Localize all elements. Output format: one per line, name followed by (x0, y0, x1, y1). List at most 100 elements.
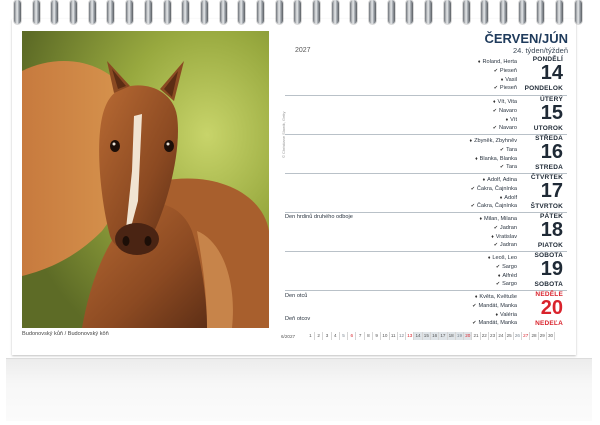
mini-calendar-day[interactable]: 27 (522, 332, 531, 340)
leaf-icon: ✔ (492, 125, 497, 132)
candle-icon: ♦ (499, 194, 503, 201)
nameday-list: ♦ Vít, Vita ✔ Navaro ♦ Vít ✔ Navaro (493, 98, 517, 133)
mini-calendar-day[interactable]: 12 (398, 332, 407, 340)
nameday-entry: ✔ Sargo (488, 263, 517, 272)
day-name-sk: NEDEĽA (535, 320, 563, 327)
mini-calendar-day[interactable]: 2 (315, 332, 324, 340)
nameday-entry: ✔ Jadran (479, 224, 517, 233)
nameday-text: Blanka, Blanka (479, 155, 517, 162)
spiral-coil (70, 0, 78, 24)
nameday-entry: ✔ Sargo (488, 280, 517, 289)
day-row[interactable]: ♦ Adolf, Adina ✔ Čakra, Čajnínka ♦ Adolf ✔ Čakr… (285, 173, 567, 212)
day-row[interactable]: ♦ Zbyněk, Zbyhněv ✔ Tara ♦ Blanka, Blanka ✔ Tar… (285, 134, 567, 173)
nameday-entry: ♦ Roland, Herta (478, 58, 517, 67)
nameday-entry: ♦ Valéria (472, 311, 517, 320)
candle-icon: ♦ (492, 99, 496, 105)
mini-calendar-day[interactable]: 24 (497, 332, 506, 340)
spiral-coil (313, 0, 320, 24)
nameday-text: Sargo (502, 263, 517, 270)
spiral-coil (555, 0, 563, 24)
day-number: 15 (540, 102, 563, 124)
mini-calendar-day[interactable]: 29 (539, 332, 547, 340)
day-row[interactable]: ♦ Roland, Herta ✔ Pieseň ♦ Vasil ✔ Pieseň PONDĚL… (285, 56, 567, 95)
mini-calendar-day[interactable]: 15 (422, 332, 431, 340)
mini-calendar-day[interactable]: 10 (381, 332, 390, 340)
leaf-icon: ✔ (470, 203, 475, 210)
nameday-entry: ✔ Pieseň (478, 67, 517, 76)
mini-calendar-day[interactable]: 20 (464, 332, 473, 340)
nameday-list: ♦ Květa, Květuše ✔ Mandát, Manka ♦ Valéria ✔ Ma… (472, 293, 517, 328)
mini-calendar-day[interactable]: 30 (547, 332, 556, 340)
mini-calendar-day[interactable]: 6 (348, 332, 357, 340)
day-number: 19 (540, 258, 563, 280)
spiral-coil (499, 0, 507, 24)
mini-calendar-day[interactable]: 8 (365, 332, 374, 340)
nameday-text: Jadran (499, 224, 517, 231)
mini-calendar-day[interactable]: 25 (506, 332, 514, 340)
week-label: 24. týden/týždeň (512, 46, 568, 55)
day-row[interactable]: ♦ Květa, Květuše ✔ Mandát, Manka ♦ Valéria ✔ Ma… (285, 290, 567, 329)
mini-calendar-day[interactable]: 17 (439, 332, 448, 340)
spiral-coil (32, 0, 40, 24)
nameday-entry: ✔ Čakra, Čajnínka (471, 185, 517, 194)
spiral-coil (182, 0, 190, 24)
mini-calendar-day[interactable]: 5 (340, 332, 349, 340)
nameday-text: Roland, Herta (482, 59, 517, 65)
nameday-text: Pieseň (499, 67, 517, 74)
mini-calendar-day[interactable]: 16 (430, 332, 440, 340)
nameday-entry: ♦ Milan, Milana (479, 215, 517, 224)
day-name-sk: PIATOK (537, 242, 563, 249)
spiral-coil (256, 0, 264, 24)
leaf-icon: ✔ (493, 67, 498, 74)
mini-calendar-day[interactable]: 1 (307, 332, 316, 340)
nameday-text: Leoš, Leo (492, 255, 517, 261)
day-row[interactable]: ♦ Milan, Milana ✔ Jadran ♦ Vratislav ✔ Jadran PÁ… (285, 212, 567, 251)
leaf-icon: ✔ (493, 85, 498, 92)
nameday-list: ♦ Milan, Milana ✔ Jadran ♦ Vratislav ✔ Jadran (479, 215, 517, 250)
mini-calendar-day[interactable]: 7 (356, 332, 365, 340)
candle-icon: ♦ (491, 233, 494, 240)
mini-calendar-day[interactable]: 23 (489, 332, 498, 340)
spiral-coil (350, 0, 358, 24)
day-row[interactable]: ♦ Leoš, Leo ✔ Sargo ♦ Alfréd ✔ Sargo SOBOTA 19 SOB… (285, 251, 567, 290)
nameday-text: Čakra, Čajnínka (476, 203, 517, 210)
mini-calendar-day[interactable]: 11 (390, 332, 398, 340)
day-row[interactable]: ♦ Vít, Vita ✔ Navaro ♦ Vít ✔ Navaro ÚTERÝ 15 UTORO… (285, 95, 567, 134)
nameday-entry: ♦ Květa, Květuše (472, 293, 517, 302)
spiral-coil (219, 0, 227, 24)
nameday-text: Alfréd (502, 272, 517, 279)
nameday-list: ♦ Roland, Herta ✔ Pieseň ♦ Vasil ✔ Pieseň (478, 58, 517, 93)
day-number: 14 (540, 62, 563, 84)
nameday-entry: ♦ Vratislav (479, 233, 517, 242)
mini-calendar-day[interactable]: 14 (414, 332, 423, 340)
spiral-coil (126, 0, 134, 24)
mini-calendar-day[interactable]: 26 (514, 332, 523, 340)
mini-calendar-day[interactable]: 19 (455, 332, 465, 340)
spiral-coil (443, 0, 451, 24)
mini-calendar-day[interactable]: 13 (406, 332, 415, 340)
spiral-coil (369, 0, 377, 24)
mini-calendar-day[interactable]: 3 (323, 332, 332, 340)
nameday-text: Tara (506, 164, 517, 171)
mini-calendar-day[interactable]: 18 (447, 332, 456, 340)
mini-calendar-day[interactable]: 9 (373, 332, 382, 340)
leaf-icon: ✔ (499, 164, 505, 171)
mini-calendar-day[interactable]: 21 (472, 332, 481, 340)
candle-icon: ♦ (500, 76, 504, 83)
day-number: 16 (540, 141, 563, 163)
day-name-sk: SOBOTA (534, 281, 563, 288)
spiral-coil (144, 0, 152, 24)
mini-calendar-day[interactable]: 22 (481, 332, 489, 340)
mini-calendar-day[interactable]: 28 (530, 332, 539, 340)
nameday-entry: ♦ Zbyněk, Zbyhněv (470, 137, 517, 146)
spiral-coil (331, 0, 339, 24)
mini-calendar-label: 6/2027 (281, 333, 296, 339)
nameday-text: Pieseň (499, 85, 517, 92)
horse-photo (22, 31, 269, 328)
spiral-coil (518, 0, 526, 24)
candle-icon: ♦ (469, 138, 473, 144)
mini-calendar-day[interactable]: 4 (332, 332, 340, 340)
candle-icon: ♦ (505, 116, 509, 123)
nameday-entry: ✔ Tara (470, 146, 517, 155)
day-name-sk: UTOROK (533, 125, 563, 132)
